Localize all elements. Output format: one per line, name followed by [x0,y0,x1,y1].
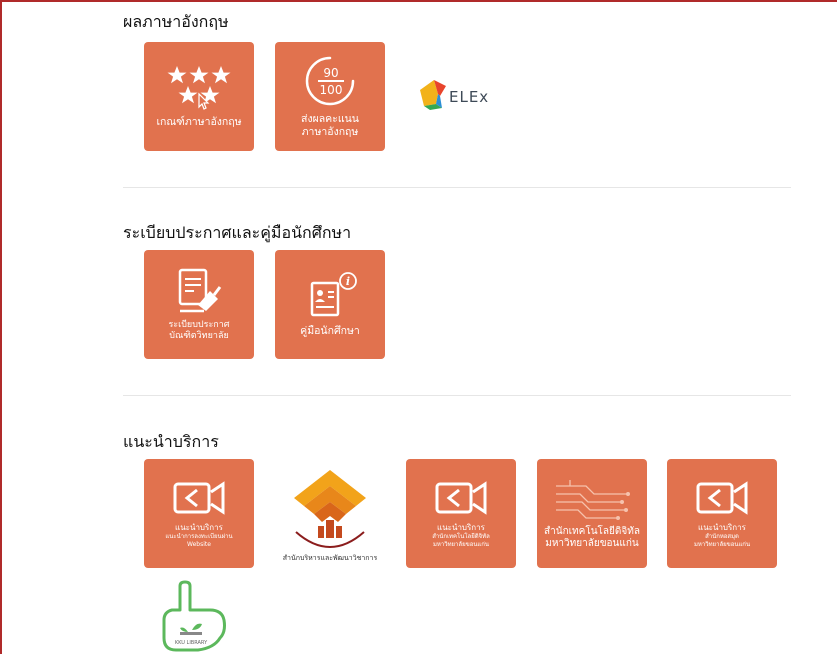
svg-text:i: i [346,275,350,288]
label-main: แนะนำบริการ [698,523,746,532]
academic-logo-text: สำนักบริหารและพัฒนาวิชาการ [283,554,378,562]
student-manual-label: คู่มือนักศึกษา [300,325,360,337]
library-logo-text: KKU LIBRARY [175,640,208,646]
label-line1: ระเบียบประกาศ [168,320,230,330]
service-library-label: แนะนำบริการ สำนักหอสมุด มหาวิทยาลัยขอนแก… [694,523,750,549]
service-registration-label: แนะนำบริการ แนะนำการลงทะเบียนผ่าน Websit… [165,523,232,549]
label-main: แนะนำบริการ [437,523,485,532]
video-icon [173,481,225,515]
kku-library-logo[interactable]: KKU LIBRARY [158,580,242,654]
service-library-button[interactable]: แนะนำบริการ สำนักหอสมุด มหาวิทยาลัยขอนแก… [667,459,777,568]
label-sub2: มหาวิทยาลัยขอนแก่น [693,541,751,548]
digital-tech-office-button[interactable]: สำนักเทคโนโลยีดิจิทัล มหาวิทยาลัยขอนแก่น [537,459,647,568]
label-line1: ส่งผลคะแนน [301,112,359,125]
celex-icon: ELEx [420,80,489,110]
label-line2: มหาวิทยาลัยขอนแก่น [545,537,639,549]
manual-icon: i [310,272,357,317]
score-top: 90 [323,66,338,80]
submit-english-score-label: ส่งผลคะแนน ภาษาอังกฤษ [301,113,359,139]
celex-logo[interactable]: ELEx [418,78,510,112]
label-sub1: สำนักเทคโนโลยีดิจิทัล [432,533,490,540]
video-icon [696,481,748,515]
english-criteria-label: เกณฑ์ภาษาอังกฤษ [156,116,242,128]
stars-icon [167,66,231,110]
academic-affairs-logo[interactable]: สำนักบริหารและพัฒนาวิชาการ [282,462,378,572]
document-icon [178,268,222,313]
section-title-english: ผลภาษาอังกฤษ [123,12,229,31]
section-title-services: แนะนำบริการ [123,432,219,451]
service-digital-tech-button[interactable]: แนะนำบริการ สำนักเทคโนโลยีดิจิทัล มหาวิท… [406,459,516,568]
circuit-icon [556,479,630,520]
graduate-regulations-button[interactable]: ระเบียบประกาศ บัณฑิตวิทยาลัย [144,250,254,359]
divider-1 [123,187,791,188]
library-logo: KKU LIBRARY [162,580,226,652]
divider-2 [123,395,791,396]
section-title-regulations: ระเบียบประกาศและคู่มือนักศึกษา [123,223,352,242]
english-criteria-button[interactable]: เกณฑ์ภาษาอังกฤษ [144,42,254,151]
label-main: แนะนำบริการ [175,523,223,532]
label-sub2: Website [187,541,211,548]
service-registration-button[interactable]: แนะนำบริการ แนะนำการลงทะเบียนผ่าน Websit… [144,459,254,568]
celex-text: ELEx [449,88,489,106]
label-line1: สำนักเทคโนโลยีดิจิทัล [544,525,640,537]
academic-logo: สำนักบริหารและพัฒนาวิชาการ [283,470,378,562]
score-icon: 90 100 [305,56,355,105]
service-digital-tech-label: แนะนำบริการ สำนักเทคโนโลยีดิจิทัล มหาวิท… [432,523,490,549]
label-sub1: สำนักหอสมุด [705,533,739,540]
label-line2: บัณฑิตวิทยาลัย [169,331,229,341]
digital-tech-office-label: สำนักเทคโนโลยีดิจิทัล มหาวิทยาลัยขอนแก่น [544,526,640,550]
student-manual-button[interactable]: i คู่มือนักศึกษา [275,250,385,359]
score-bottom: 100 [320,83,343,97]
label-sub1: แนะนำการลงทะเบียนผ่าน [165,533,233,540]
graduate-regulations-label: ระเบียบประกาศ บัณฑิตวิทยาลัย [168,320,229,342]
label-line2: ภาษาอังกฤษ [301,125,359,138]
submit-english-score-button[interactable]: 90 100 ส่งผลคะแนน ภาษาอังกฤษ [275,42,385,151]
video-icon [435,481,487,515]
label-sub2: มหาวิทยาลัยขอนแก่น [432,541,490,548]
